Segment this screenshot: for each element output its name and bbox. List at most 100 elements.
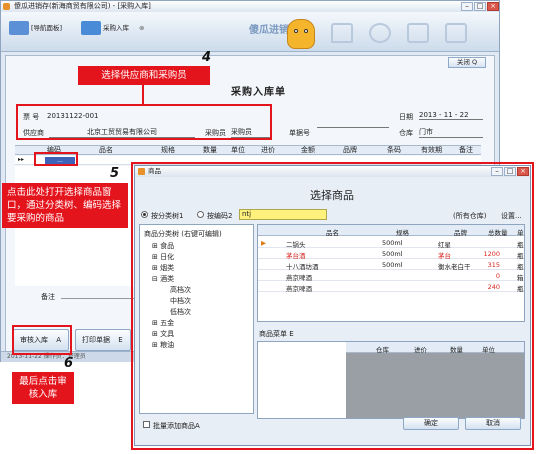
batch-add-label: 批量添加商品A: [153, 422, 200, 430]
product-grid-header: 品名 规格 品牌 总数量 单: [258, 225, 524, 237]
tree-root[interactable]: 商品分类树 (右键可编辑): [144, 229, 222, 239]
settings-link[interactable]: 设置...: [501, 211, 522, 221]
col-price: 进价: [261, 146, 275, 154]
app-icon: [3, 3, 10, 10]
minimize-button[interactable]: –: [461, 2, 473, 11]
dialog-title: 商品: [148, 167, 161, 175]
tree-item-stationery[interactable]: ⊞ 文具: [152, 329, 174, 339]
print-button[interactable]: 打印单据 E: [75, 329, 131, 351]
note-label: 备注: [41, 293, 55, 301]
radio-by-category-label: 按分类树1: [151, 212, 184, 220]
order-number-field[interactable]: [317, 127, 389, 128]
product-name: 燕京啤酒: [286, 285, 312, 293]
home-icon[interactable]: [331, 23, 353, 43]
step6-number: 6: [64, 356, 74, 371]
title-bar: 傻瓜进销存(新海商贸有限公司) - [采购入库]: [1, 1, 499, 12]
product-qty: 0: [495, 272, 500, 280]
cart-label: 商品菜单 E: [259, 330, 294, 338]
dialog-title-bar: 商品: [135, 166, 530, 177]
form-close-button[interactable]: 关闭 Q: [448, 57, 486, 68]
dialog-close-button[interactable]: ×: [517, 167, 529, 176]
product-spec: 500ml: [382, 239, 403, 247]
pcol-spec: 规格: [396, 229, 409, 237]
product-search-input[interactable]: ntj: [239, 209, 327, 220]
dialog-heading: 选择商品: [310, 189, 354, 202]
product-row[interactable]: 十八酒坊酒 500ml 衡水老白干 315 瓶: [258, 259, 524, 271]
pcol-brand: 品牌: [454, 229, 467, 237]
tab-close-icon[interactable]: ⊗: [139, 16, 144, 40]
dialog-app-icon: [138, 168, 145, 175]
step5-number: 5: [110, 166, 120, 181]
col-spec: 规格: [161, 146, 175, 154]
tree-item-food[interactable]: ⊞ 食品: [152, 241, 174, 251]
col-remark: 备注: [459, 146, 473, 154]
tree-item-daily[interactable]: ⊞ 日化: [152, 252, 174, 262]
col-amount: 金额: [301, 146, 315, 154]
pcol-unit: 单: [517, 229, 524, 237]
product-qty: 1200: [483, 250, 500, 258]
new-document-icon[interactable]: [407, 23, 429, 43]
tab-nav-panel-label: [导航面板]: [31, 24, 63, 32]
product-qty: 240: [487, 283, 500, 291]
product-row[interactable]: 燕京啤酒 240 瓶: [258, 281, 524, 293]
tree-item-hardware[interactable]: ⊞ 五金: [152, 318, 174, 328]
product-grid[interactable]: 品名 规格 品牌 总数量 单 ▶ 二锅头 500ml 红星瓶茅台酒 500ml 茅台 120…: [257, 224, 525, 322]
all-warehouses-label: (所有仓库): [453, 212, 487, 220]
step4-connector: [142, 85, 144, 105]
product-row[interactable]: 茅台酒 500ml 茅台 1200 瓶: [258, 248, 524, 260]
dialog-maximize-button[interactable]: □: [504, 167, 516, 176]
cancel-button[interactable]: 取消: [465, 417, 521, 430]
cart-header: 仓库 进价 数量 单位: [346, 342, 524, 354]
col-qty: 数量: [203, 146, 217, 154]
close-window-button[interactable]: ×: [487, 2, 499, 11]
batch-add-checkbox[interactable]: [143, 421, 150, 428]
product-spec: 500ml: [382, 261, 403, 269]
col-barcode: 条码: [387, 146, 401, 154]
category-tree[interactable]: 商品分类树 (右键可编辑) ⊞ 食品 ⊞ 日化 ⊞ 烟类 ⊟ 酒类 高档次 中档…: [139, 224, 254, 414]
product-unit: 瓶: [517, 285, 524, 293]
tree-item-liquor[interactable]: ⊟ 酒类: [152, 274, 174, 284]
row-marker: ▸▸: [18, 156, 25, 163]
product-qty: 315: [487, 261, 500, 269]
date-label: 日期: [399, 113, 413, 121]
tree-item-tobacco[interactable]: ⊞ 烟类: [152, 263, 174, 273]
tree-item-low-grade[interactable]: 低档次: [170, 307, 191, 317]
exit-icon[interactable]: [445, 23, 467, 43]
radio-by-category[interactable]: [141, 211, 148, 218]
radio-by-code[interactable]: [197, 211, 204, 218]
product-row[interactable]: 燕京啤酒 0 箱: [258, 270, 524, 282]
select-product-dialog: 商品 – □ × 选择商品 按分类树1 按编码2 ntj (所有仓库) 设置..…: [134, 165, 531, 446]
product-spec: 500ml: [382, 250, 403, 258]
mascot-logo: [287, 19, 315, 49]
tree-item-mid-grade[interactable]: 中档次: [170, 296, 191, 306]
tree-item-high-grade[interactable]: 高档次: [170, 285, 191, 295]
selected-items-grid[interactable]: 仓库 进价 数量 单位: [257, 341, 525, 419]
tab-purchase-in[interactable]: 采购入库 ⊗: [81, 16, 151, 40]
print-button-label: 打印单据: [82, 336, 110, 344]
date-field[interactable]: 2013 - 11 - 22: [419, 111, 483, 120]
step6-callout: 最后点击审核入库: [12, 372, 74, 404]
step5-highlight-box: [34, 152, 78, 166]
product-row[interactable]: ▶ 二锅头 500ml 红星瓶: [258, 237, 524, 249]
step6-highlight-box: [12, 325, 72, 355]
tab-purchase-in-label: 采购入库: [103, 24, 129, 32]
window-title: 傻瓜进销存(新海商贸有限公司) - [采购入库]: [14, 2, 151, 10]
maximize-button[interactable]: □: [474, 2, 486, 11]
col-expiry: 有效期: [421, 146, 442, 154]
form-title: 采购入库单: [231, 87, 286, 98]
ok-button[interactable]: 确定: [403, 417, 459, 430]
col-unit: 单位: [231, 146, 245, 154]
pcol-name: 品名: [326, 229, 339, 237]
current-row-marker: ▶: [261, 239, 266, 247]
refresh-icon[interactable]: [369, 23, 391, 43]
warehouse-field[interactable]: 门市: [419, 127, 483, 138]
order-number-label: 单据号: [289, 129, 310, 137]
tab-nav-panel[interactable]: [导航面板]: [9, 16, 75, 40]
print-key: E: [118, 336, 123, 344]
col-name: 品名: [99, 146, 113, 154]
tree-item-grain-oil[interactable]: ⊞ 粮油: [152, 340, 174, 350]
truck-icon: [81, 21, 101, 35]
items-grid-header: 编码 品名 规格 数量 单位 进价 金额 品牌 条码 有效期 备注: [15, 145, 481, 155]
step4-highlight-box: [16, 104, 272, 140]
dialog-minimize-button[interactable]: –: [491, 167, 503, 176]
